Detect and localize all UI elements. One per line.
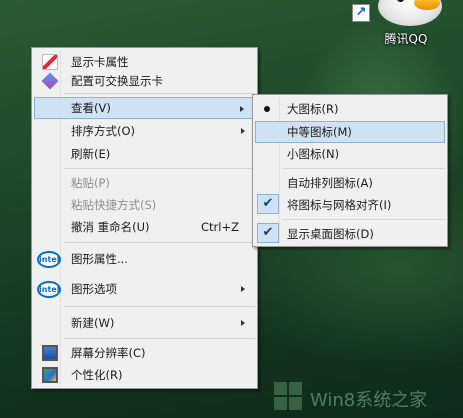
menu-item-label: 撤消 重命名(U) (71, 220, 150, 234)
menu-item-label: 查看(V) (71, 101, 111, 115)
submenu-item-align-to-grid[interactable]: ✔ 将图标与网格对齐(I) (255, 194, 445, 216)
menu-item-sort-by[interactable]: 排序方式(O) (34, 120, 255, 142)
menu-item-graphics-properties[interactable]: intel 图形属性... (34, 248, 255, 270)
menu-separator (64, 93, 255, 94)
menu-item-label: 屏幕分辨率(C) (71, 346, 146, 360)
menu-item-switchable-graphics[interactable]: 配置可交换显示卡 (34, 70, 255, 92)
menu-item-view[interactable]: 查看(V) (34, 97, 255, 119)
monitor-icon (42, 345, 58, 361)
shortcut-arrow-icon: ↗ (352, 4, 370, 22)
menu-item-label: 大图标(R) (287, 102, 339, 116)
menu-separator (64, 168, 255, 169)
menu-item-label: 图形选项 (71, 282, 117, 296)
menu-item-label: 粘贴快捷方式(S) (71, 198, 157, 212)
menu-item-label: 将图标与网格对齐(I) (287, 198, 392, 212)
menu-separator (64, 338, 255, 339)
menu-item-label: 中等图标(M) (287, 125, 352, 139)
menu-item-label: 小图标(N) (287, 147, 340, 161)
watermark: Win8系统之家 (274, 378, 463, 418)
menu-item-label: 排序方式(O) (71, 124, 136, 138)
menu-item-refresh[interactable]: 刷新(E) (34, 143, 255, 165)
menu-item-label: 显示桌面图标(D) (287, 227, 374, 241)
checkmark-icon: ✔ (257, 194, 279, 214)
submenu-arrow-icon (241, 128, 245, 134)
qq-beak (414, 0, 440, 10)
intel-logo-icon: intel (37, 251, 61, 268)
view-submenu: 大图标(R) 中等图标(M) 小图标(N) 自动排列图标(A) ✔ 将图标与网格… (252, 94, 448, 247)
menu-item-paste: 粘贴(P) (34, 172, 255, 194)
qq-desktop-icon[interactable]: ↗ 腾讯QQ (350, 0, 450, 52)
qq-desktop-label: 腾讯QQ (384, 32, 428, 46)
intel-logo-icon: intel (37, 281, 61, 298)
menu-item-label: 图形属性... (71, 252, 128, 266)
menu-item-label: 配置可交换显示卡 (71, 74, 163, 88)
menu-separator (283, 168, 445, 169)
menu-separator (64, 306, 255, 307)
desktop-context-menu: 显示卡属性 配置可交换显示卡 查看(V) 排序方式(O) 刷新(E) 粘贴(P)… (31, 47, 258, 389)
amd-graphics-icon (42, 54, 58, 70)
menu-item-paste-shortcut: 粘贴快捷方式(S) (34, 194, 255, 216)
menu-item-label: 个性化(R) (71, 368, 123, 382)
submenu-item-medium-icons[interactable]: 中等图标(M) (255, 121, 445, 143)
qq-penguin-icon (378, 0, 442, 26)
windows-logo-icon (274, 382, 304, 412)
menu-item-graphics-options[interactable]: intel 图形选项 (34, 278, 255, 300)
submenu-item-show-desktop-icons[interactable]: ✔ 显示桌面图标(D) (255, 223, 445, 245)
menu-item-screen-resolution[interactable]: 屏幕分辨率(C) (34, 342, 255, 364)
menu-item-label: 新建(W) (71, 316, 115, 330)
checkmark-icon: ✔ (257, 223, 279, 243)
submenu-item-auto-arrange[interactable]: 自动排列图标(A) (255, 172, 445, 194)
submenu-item-small-icons[interactable]: 小图标(N) (255, 143, 445, 165)
submenu-arrow-icon (240, 106, 244, 112)
submenu-arrow-icon (241, 286, 245, 292)
submenu-item-large-icons[interactable]: 大图标(R) (255, 98, 445, 120)
menu-item-label: 粘贴(P) (71, 176, 110, 190)
personalize-icon (42, 367, 58, 383)
menu-item-label: 刷新(E) (71, 147, 111, 161)
radio-bullet-icon (264, 106, 270, 112)
shortcut-key-label: Ctrl+Z (201, 220, 239, 234)
watermark-text: Win8系统之家 (310, 390, 428, 411)
menu-separator (283, 219, 445, 220)
menu-item-new[interactable]: 新建(W) (34, 312, 255, 334)
qq-eye-left (396, 0, 405, 2)
menu-item-label: 自动排列图标(A) (287, 176, 373, 190)
menu-separator (64, 242, 255, 243)
menu-item-personalize[interactable]: 个性化(R) (34, 364, 255, 386)
submenu-arrow-icon (241, 320, 245, 326)
switchable-graphics-icon (41, 72, 59, 90)
menu-item-undo-rename[interactable]: 撤消 重命名(U) Ctrl+Z (34, 216, 255, 238)
